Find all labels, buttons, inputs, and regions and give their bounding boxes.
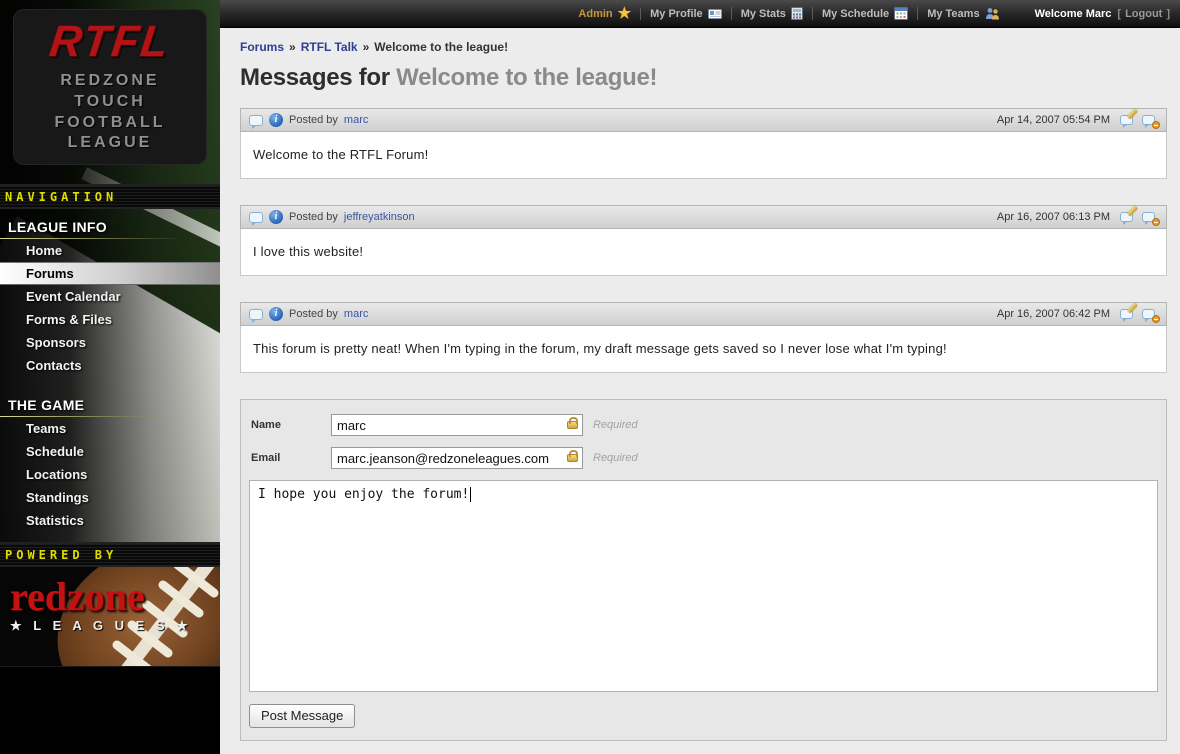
post-date: Apr 16, 2007 06:13 PM bbox=[997, 211, 1110, 223]
message-text: I hope you enjoy the forum! bbox=[258, 487, 469, 502]
post-body: This forum is pretty neat! When I'm typi… bbox=[240, 326, 1167, 373]
post-body: I love this website! bbox=[240, 229, 1167, 276]
sidebar-item-locations[interactable]: Locations bbox=[0, 463, 220, 486]
post-message-button[interactable]: Post Message bbox=[249, 704, 355, 728]
breadcrumb-current: Welcome to the league! bbox=[374, 40, 508, 54]
navigation-led-header: NAVIGATION bbox=[0, 184, 220, 209]
required-label: Required bbox=[593, 452, 638, 464]
post-date: Apr 14, 2007 05:54 PM bbox=[997, 114, 1110, 126]
post-header: Posted by jeffreyatkinson Apr 16, 2007 0… bbox=[240, 205, 1167, 229]
post-author-link[interactable]: marc bbox=[344, 308, 368, 320]
post-header: Posted by marc Apr 14, 2007 05:54 PM bbox=[240, 108, 1167, 132]
breadcrumb-forums[interactable]: Forums bbox=[240, 40, 284, 54]
calendar-icon bbox=[894, 7, 908, 20]
lock-icon bbox=[567, 454, 578, 462]
posted-by-label: Posted by bbox=[289, 308, 338, 320]
email-label: Email bbox=[251, 452, 331, 464]
topbar-item-my-teams[interactable]: My Teams bbox=[917, 7, 1008, 20]
sidebar: RTFL REDZONE TOUCH FOOTBALL LEAGUE NAVIG… bbox=[0, 0, 220, 754]
logo-line: LEAGUE bbox=[68, 133, 153, 154]
logout-bracket-close: ] bbox=[1166, 8, 1170, 20]
sidebar-item-teams[interactable]: Teams bbox=[0, 417, 220, 440]
sidebar-item-forms-files[interactable]: Forms & Files bbox=[0, 308, 220, 331]
sidebar-item-standings[interactable]: Standings bbox=[0, 486, 220, 509]
post-author-link[interactable]: marc bbox=[344, 114, 368, 126]
post-header: Posted by marc Apr 16, 2007 06:42 PM bbox=[240, 302, 1167, 326]
name-field[interactable] bbox=[331, 414, 583, 436]
logout-bracket-open: [ bbox=[1117, 8, 1121, 20]
email-field[interactable] bbox=[331, 447, 583, 469]
sidebar-item-sponsors[interactable]: Sponsors bbox=[0, 331, 220, 354]
required-label: Required bbox=[593, 419, 638, 431]
vcard-icon bbox=[708, 8, 722, 20]
breadcrumb: Forums » RTFL Talk » Welcome to the league! bbox=[240, 40, 1167, 54]
sidebar-bottom-fill bbox=[0, 667, 220, 754]
post-message-form: Name Required Email Required I hope you … bbox=[240, 399, 1167, 741]
redzone-leagues-banner[interactable]: redzone ★ L E A G U E S ★ bbox=[0, 567, 220, 667]
group-icon bbox=[985, 7, 1000, 20]
rtfl-logo-acronym: RTFL bbox=[47, 20, 172, 64]
sidebar-item-forums[interactable]: Forums bbox=[0, 262, 220, 285]
section-title-league-info: LEAGUE INFO bbox=[0, 209, 220, 239]
sidebar-item-statistics[interactable]: Statistics bbox=[0, 509, 220, 532]
logout-link[interactable]: Logout bbox=[1125, 8, 1162, 20]
sidebar-item-home[interactable]: Home bbox=[0, 239, 220, 262]
breadcrumb-separator: » bbox=[363, 40, 370, 54]
main-area: Admin ★ My Profile My Stats My Schedule … bbox=[220, 0, 1180, 754]
breadcrumb-separator: » bbox=[289, 40, 296, 54]
topbar-item-admin[interactable]: Admin ★ bbox=[569, 7, 640, 20]
powered-by-led-header: POWERED BY bbox=[0, 542, 220, 567]
name-label: Name bbox=[251, 419, 331, 431]
topbar: Admin ★ My Profile My Stats My Schedule … bbox=[220, 0, 1180, 28]
logo-line: FOOTBALL bbox=[54, 113, 165, 134]
info-icon[interactable] bbox=[269, 113, 283, 127]
message-textarea[interactable]: I hope you enjoy the forum! bbox=[249, 480, 1158, 692]
sidebar-item-contacts[interactable]: Contacts bbox=[0, 354, 220, 377]
logout-wrap: [ Logout ] bbox=[1115, 8, 1172, 20]
lock-icon bbox=[567, 421, 578, 429]
content-area: Forums»RTFL Talk»Welcome to the league! … bbox=[220, 28, 1180, 754]
comment-icon bbox=[249, 115, 263, 126]
comment-icon bbox=[249, 309, 263, 320]
edit-comment-icon[interactable] bbox=[1120, 308, 1136, 321]
rtfl-logo[interactable]: RTFL REDZONE TOUCH FOOTBALL LEAGUE bbox=[14, 10, 206, 164]
section-title-the-game: THE GAME bbox=[0, 387, 220, 417]
page-title: Messages for Welcome to the league! bbox=[240, 64, 1167, 92]
comment-icon bbox=[249, 212, 263, 223]
post-date: Apr 16, 2007 06:42 PM bbox=[997, 308, 1110, 320]
edit-comment-icon[interactable] bbox=[1120, 211, 1136, 224]
calculator-icon bbox=[791, 7, 803, 20]
star-icon: ★ bbox=[618, 7, 631, 20]
topbar-item-my-stats[interactable]: My Stats bbox=[731, 7, 812, 20]
delete-comment-icon[interactable] bbox=[1142, 114, 1158, 127]
post-author-link[interactable]: jeffreyatkinson bbox=[344, 211, 415, 223]
post-body: Welcome to the RTFL Forum! bbox=[240, 132, 1167, 179]
sidebar-item-event-calendar[interactable]: Event Calendar bbox=[0, 285, 220, 308]
redzone-brand-name: redzone bbox=[10, 579, 192, 615]
delete-comment-icon[interactable] bbox=[1142, 308, 1158, 321]
text-caret bbox=[470, 487, 471, 502]
redzone-brand-sub: ★ L E A G U E S ★ bbox=[10, 618, 192, 634]
logo-line: TOUCH bbox=[74, 92, 146, 113]
info-icon[interactable] bbox=[269, 210, 283, 224]
posted-by-label: Posted by bbox=[289, 114, 338, 126]
topbar-item-my-schedule[interactable]: My Schedule bbox=[812, 7, 917, 20]
breadcrumb-rtfl-talk[interactable]: RTFL Talk bbox=[301, 40, 358, 54]
sidebar-item-schedule[interactable]: Schedule bbox=[0, 440, 220, 463]
posted-by-label: Posted by bbox=[289, 211, 338, 223]
edit-comment-icon[interactable] bbox=[1120, 114, 1136, 127]
logo-line: REDZONE bbox=[60, 71, 159, 92]
info-icon[interactable] bbox=[269, 307, 283, 321]
topbar-item-my-profile[interactable]: My Profile bbox=[640, 8, 731, 20]
welcome-user-label: Welcome Marc bbox=[1031, 8, 1116, 20]
delete-comment-icon[interactable] bbox=[1142, 211, 1158, 224]
page-title-topic: Welcome to the league! bbox=[396, 64, 657, 91]
